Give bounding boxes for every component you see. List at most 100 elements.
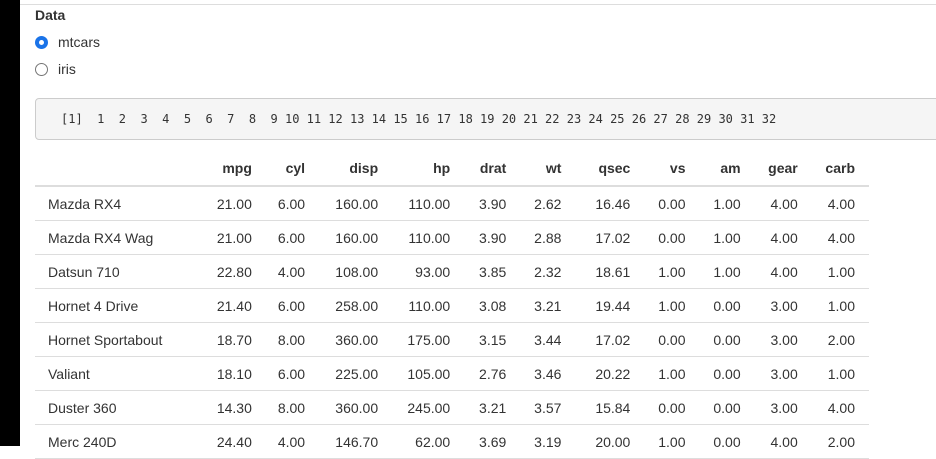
table-cell: 17.02 [561, 220, 631, 255]
window-edge-strip [0, 0, 20, 446]
top-divider [20, 4, 936, 5]
table-cell: 1.00 [797, 288, 869, 323]
radio-button-unchecked[interactable] [35, 62, 48, 76]
table-cell: 3.90 [450, 220, 507, 255]
table-cell: 4.00 [251, 254, 306, 289]
table-cell: 62.00 [378, 424, 451, 459]
table-cell: 0.00 [685, 288, 741, 323]
table-cell: 22.80 [195, 254, 252, 289]
table-cell: 2.00 [797, 322, 869, 357]
table-cell: 18.70 [195, 322, 252, 357]
table-body: Mazda RX4 21.00 6.00 160.00 110.00 3.90 2.62 16… [35, 186, 869, 459]
table-row: Datsun 710 22.80 4.00 108.00 93.00 3.85 2.32 18… [35, 254, 869, 289]
table-cell: 6.00 [251, 356, 306, 391]
table-cell: 3.57 [506, 390, 562, 425]
table-cell: 3.85 [450, 254, 507, 289]
table-cell: 15.84 [561, 390, 631, 425]
table-cell: 4.00 [740, 186, 798, 221]
table-cell: 4.00 [740, 254, 798, 289]
table-cell: 4.00 [740, 220, 798, 255]
table-cell: 4.00 [740, 424, 798, 459]
table-cell: 1.00 [685, 186, 741, 221]
radio-button-checked[interactable] [35, 35, 48, 49]
table-cell: 0.00 [630, 220, 686, 255]
table-row: Mazda RX4 Wag 21.00 6.00 160.00 110.00 3.90 2.… [35, 220, 869, 255]
table-cell: 4.00 [251, 424, 306, 459]
table-cell: 110.00 [378, 220, 451, 255]
row-name-cell: Mazda RX4 Wag [35, 220, 196, 255]
table-cell: 146.70 [305, 424, 379, 459]
table-cell: 3.15 [450, 322, 507, 357]
table-cell: 160.00 [305, 186, 379, 221]
table-cell: 2.76 [450, 356, 507, 391]
table-cell: 3.21 [506, 288, 562, 323]
table-cell: 0.00 [630, 186, 686, 221]
column-header-qsec: qsec [561, 151, 631, 187]
table-cell: 20.00 [561, 424, 631, 459]
table-cell: 18.10 [195, 356, 252, 391]
table-row: Mazda RX4 21.00 6.00 160.00 110.00 3.90 2.62 16… [35, 186, 869, 221]
table-cell: 4.00 [797, 390, 869, 425]
column-header-wt: wt [506, 151, 562, 187]
radio-label-mtcars: mtcars [58, 34, 100, 50]
table-cell: 6.00 [251, 220, 306, 255]
table-cell: 16.46 [561, 186, 631, 221]
table-cell: 0.00 [685, 390, 741, 425]
table-cell: 0.00 [685, 424, 741, 459]
table-cell: 20.22 [561, 356, 631, 391]
table-cell: 17.02 [561, 322, 631, 357]
table-cell: 4.00 [797, 220, 869, 255]
column-header-carb: carb [797, 151, 869, 187]
table-cell: 1.00 [630, 288, 686, 323]
table-cell: 21.00 [195, 220, 252, 255]
table-cell: 1.00 [685, 220, 741, 255]
radio-option-iris[interactable]: iris [35, 61, 76, 77]
column-header-vs: vs [630, 151, 686, 187]
table-cell: 360.00 [305, 390, 379, 425]
table-cell: 225.00 [305, 356, 379, 391]
table-cell: 6.00 [251, 288, 306, 323]
table-cell: 2.32 [506, 254, 562, 289]
table-cell: 3.00 [740, 322, 798, 357]
table-header-row: mpg cyl disp hp drat wt qsec vs am gear carb [35, 151, 869, 187]
table-cell: 245.00 [378, 390, 451, 425]
data-label: Data [35, 7, 66, 23]
column-header-disp: disp [305, 151, 379, 187]
table-cell: 19.44 [561, 288, 631, 323]
table-cell: 4.00 [797, 186, 869, 221]
column-header-mpg: mpg [195, 151, 252, 187]
table-row: Hornet 4 Drive 21.40 6.00 258.00 110.00 3.08 3… [35, 288, 869, 323]
table-cell: 1.00 [797, 254, 869, 289]
radio-option-mtcars[interactable]: mtcars [35, 34, 100, 50]
table-cell: 108.00 [305, 254, 379, 289]
table-cell: 360.00 [305, 322, 379, 357]
data-table: mpg cyl disp hp drat wt qsec vs am gear carb Mazda… [35, 151, 869, 459]
table-cell: 2.00 [797, 424, 869, 459]
column-header-gear: gear [740, 151, 798, 187]
table-cell: 258.00 [305, 288, 379, 323]
table-cell: 3.00 [740, 356, 798, 391]
table-cell: 3.90 [450, 186, 507, 221]
row-name-cell: Duster 360 [35, 390, 196, 425]
row-name-cell: Datsun 710 [35, 254, 196, 289]
row-name-cell: Mazda RX4 [35, 186, 196, 221]
table-cell: 24.40 [195, 424, 252, 459]
table-cell: 6.00 [251, 186, 306, 221]
column-header-drat: drat [450, 151, 507, 187]
table-cell: 21.00 [195, 186, 252, 221]
table-row: Valiant 18.10 6.00 225.00 105.00 2.76 3.46 20.2… [35, 356, 869, 391]
table-cell: 21.40 [195, 288, 252, 323]
column-header-cyl: cyl [251, 151, 306, 187]
table-cell: 3.00 [740, 390, 798, 425]
table-cell: 160.00 [305, 220, 379, 255]
table-cell: 1.00 [685, 254, 741, 289]
table-cell: 93.00 [378, 254, 451, 289]
table-cell: 1.00 [797, 356, 869, 391]
table-cell: 2.88 [506, 220, 562, 255]
table-cell: 0.00 [685, 356, 741, 391]
column-header-am: am [685, 151, 741, 187]
table-cell: 8.00 [251, 322, 306, 357]
row-name-header [35, 151, 196, 187]
table-cell: 0.00 [630, 322, 686, 357]
table-cell: 2.62 [506, 186, 562, 221]
